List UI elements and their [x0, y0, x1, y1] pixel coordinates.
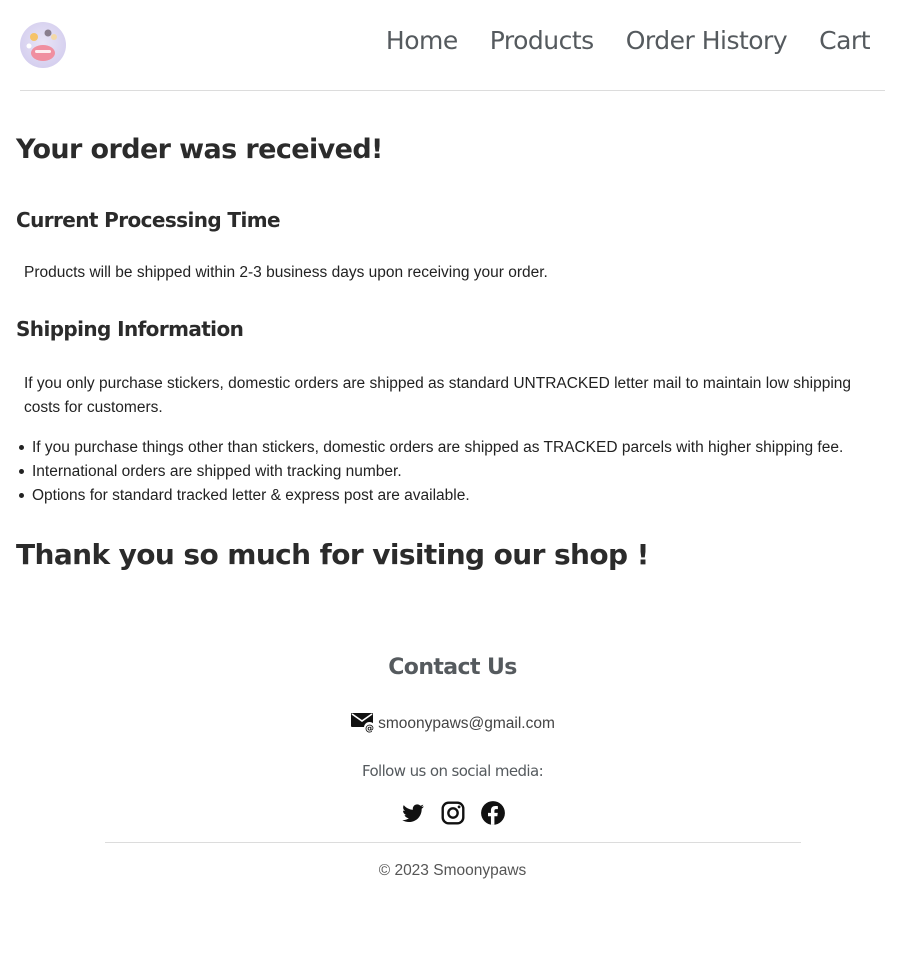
shipping-info-heading: Shipping Information: [16, 317, 244, 341]
logo[interactable]: [20, 22, 66, 68]
email-link[interactable]: smoonypaws@gmail.com: [378, 715, 555, 732]
follow-text: Follow us on social media:: [361, 762, 544, 780]
site-header: Home Products Order History Cart: [20, 0, 885, 91]
facebook-icon[interactable]: [480, 800, 506, 826]
nav-order-history[interactable]: Order History: [626, 26, 788, 55]
email-icon: @: [350, 710, 376, 734]
smoonypaws-logo-icon: [26, 29, 57, 61]
twitter-icon[interactable]: [400, 800, 426, 826]
copyright: © 2023 Smoonypaws: [378, 862, 527, 879]
nav-products[interactable]: Products: [490, 26, 594, 55]
svg-text:@: @: [365, 724, 374, 734]
processing-time-heading: Current Processing Time: [16, 208, 281, 232]
contact-heading: Contact Us: [388, 655, 517, 680]
nav-cart[interactable]: Cart: [819, 26, 870, 55]
list-item: International orders are shipped with tr…: [19, 460, 892, 484]
list-item: If you purchase things other than sticke…: [19, 436, 892, 460]
list-item: Options for standard tracked letter & ex…: [19, 484, 892, 508]
processing-time-text: Products will be shipped within 2-3 busi…: [24, 264, 548, 281]
shipping-info-list: If you purchase things other than sticke…: [19, 436, 892, 508]
page-title: Your order was received!: [16, 134, 383, 165]
footer-divider: [105, 842, 801, 843]
social-links: [0, 800, 905, 826]
main-nav: Home Products Order History Cart: [386, 26, 871, 55]
thank-you-message: Thank you so much for visiting our shop …: [16, 538, 649, 571]
shipping-info-text: If you only purchase stickers, domestic …: [24, 375, 852, 416]
contact-email: @ smoonypaws@gmail.com: [0, 712, 905, 736]
nav-home[interactable]: Home: [386, 26, 458, 55]
instagram-icon[interactable]: [440, 800, 466, 826]
